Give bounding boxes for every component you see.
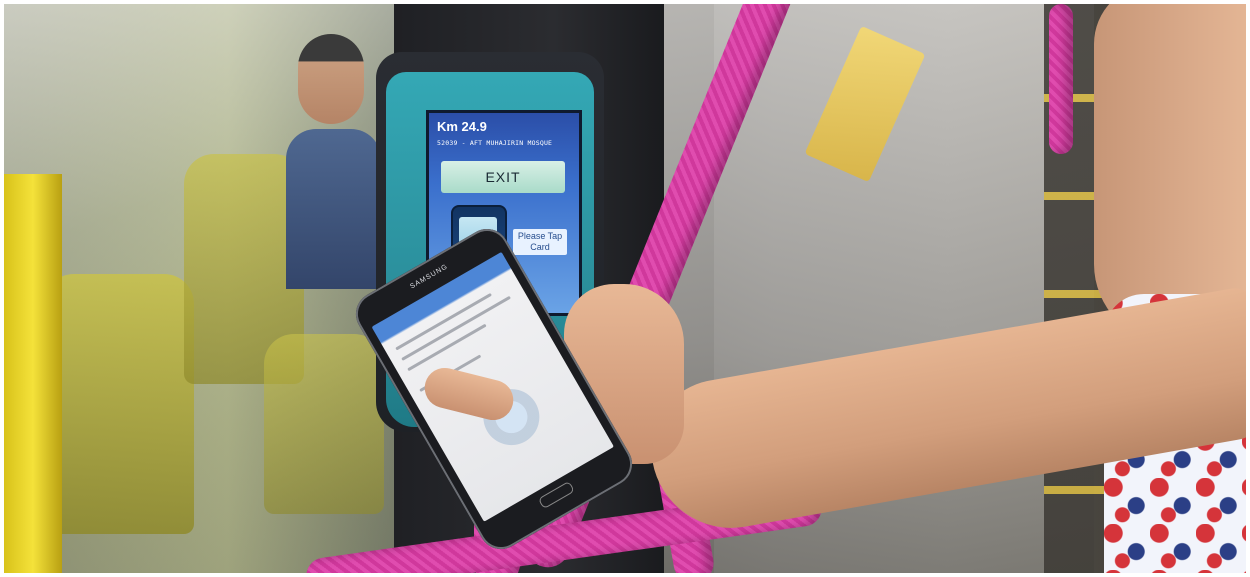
pink-handrail xyxy=(1049,4,1073,154)
yellow-pole xyxy=(4,174,62,573)
exit-label: EXIT xyxy=(441,161,565,193)
seated-passenger xyxy=(286,34,381,289)
bus-seat xyxy=(44,274,194,534)
bus-interior-photo: Km 24.9 52039 - AFT MUHAJIRIN MOSQUE EXI… xyxy=(4,4,1246,573)
distance-text: Km 24.9 xyxy=(437,119,487,134)
phone-text-line xyxy=(401,295,511,361)
phone-text-line xyxy=(395,292,492,351)
tap-card-prompt: Please Tap Card xyxy=(513,229,567,255)
passenger-torso xyxy=(286,129,381,289)
bus-seat xyxy=(264,334,384,514)
passenger-head xyxy=(298,34,364,124)
bus-stop-text: 52039 - AFT MUHAJIRIN MOSQUE xyxy=(437,139,553,147)
